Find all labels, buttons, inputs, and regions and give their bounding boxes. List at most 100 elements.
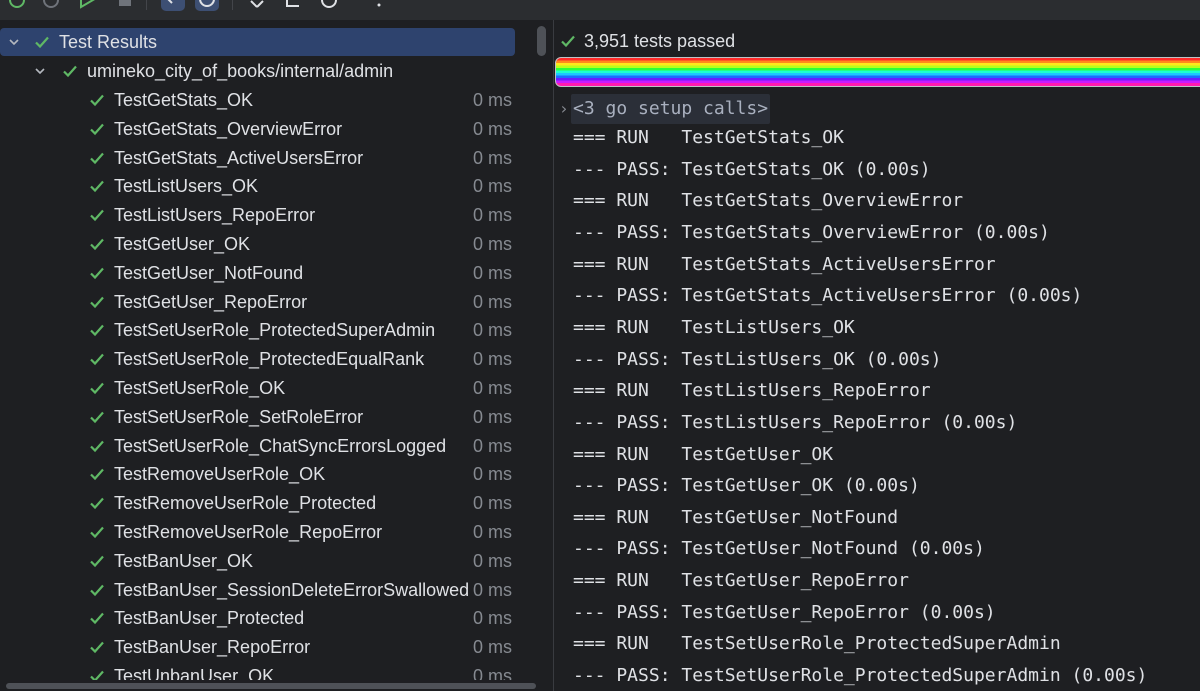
test-duration: 0 ms: [472, 518, 523, 546]
console-line: --- PASS: TestGetStats_ActiveUsersError …: [573, 285, 1083, 307]
test-row[interactable]: TestGetStats_ActiveUsersError 0 ms: [0, 143, 525, 172]
console-line: --- PASS: TestSetUserRole_ProtectedSuper…: [573, 665, 1148, 687]
test-name: TestRemoveUserRole_OK: [114, 464, 326, 485]
rerun-icon[interactable]: [8, 0, 26, 9]
console-line: === RUN TestGetUser_NotFound: [573, 506, 899, 528]
history-icon[interactable]: [320, 0, 338, 9]
test-row[interactable]: TestBanUser_Protected 0 ms: [0, 604, 525, 633]
test-duration: 0 ms: [472, 114, 523, 143]
tree-horizontal-scrollbar[interactable]: [6, 683, 536, 689]
chevron-down-icon[interactable]: [7, 28, 21, 56]
chevron-down-icon[interactable]: [33, 57, 47, 85]
show-passed-icon[interactable]: [160, 0, 186, 12]
test-row[interactable]: TestGetStats_OverviewError 0 ms: [0, 114, 525, 143]
test-name: TestGetStats_ActiveUsersError: [114, 147, 364, 168]
test-name: TestSetUserRole_SetRoleError: [114, 406, 364, 427]
test-duration: 0 ms: [472, 374, 523, 402]
console-panel: 3,951 tests passed › <3 go setup calls> …: [554, 20, 1200, 691]
test-name: TestGetStats_OK: [114, 90, 254, 110]
test-row[interactable]: TestSetUserRole_OK 0 ms: [0, 374, 525, 402]
test-status: 3,951 tests passed: [560, 28, 735, 54]
test-name: TestBanUser_SessionDeleteErrorSwallowed: [114, 579, 470, 600]
check-icon: [88, 489, 106, 517]
test-name: TestRemoveUserRole_RepoError: [114, 522, 383, 542]
test-name: TestGetUser_OK: [114, 234, 251, 254]
tree-root-row[interactable]: Test Results: [0, 28, 515, 56]
test-name: TestListUsers_OK: [114, 176, 259, 197]
test-row[interactable]: TestRemoveUserRole_Protected 0 ms: [0, 489, 525, 518]
check-icon: [88, 662, 106, 680]
test-row[interactable]: TestGetUser_OK 0 ms: [0, 230, 525, 258]
setup-calls-fold[interactable]: <3 go setup calls>: [571, 94, 771, 124]
console-line: --- PASS: TestListUsers_OK (0.00s): [573, 348, 942, 370]
test-name: TestGetUser_RepoError: [114, 291, 308, 312]
test-duration: 0 ms: [472, 258, 523, 287]
check-icon: [88, 518, 106, 546]
test-row[interactable]: TestSetUserRole_SetRoleError 0 ms: [0, 402, 525, 431]
check-icon: [88, 316, 106, 344]
console-line: === RUN TestListUsers_OK: [573, 316, 855, 338]
test-name: TestListUsers_RepoError: [114, 205, 316, 226]
collapse-icon[interactable]: [284, 0, 302, 9]
show-ignored-icon[interactable]: [194, 0, 220, 12]
check-icon: [33, 28, 51, 56]
test-row[interactable]: TestBanUser_OK 0 ms: [0, 546, 525, 575]
sort-icon[interactable]: [248, 0, 266, 9]
test-duration: 0 ms: [472, 662, 523, 680]
test-row[interactable]: TestRemoveUserRole_RepoError 0 ms: [0, 518, 525, 546]
test-duration: 0 ms: [472, 230, 523, 258]
check-icon: [88, 172, 106, 200]
toolbar-separator: [146, 0, 147, 10]
check-icon: [88, 547, 106, 575]
test-duration: 0 ms: [472, 172, 523, 201]
test-row[interactable]: TestListUsers_RepoError 0 ms: [0, 201, 525, 230]
check-icon: [88, 633, 106, 661]
test-duration: 0 ms: [472, 316, 523, 345]
check-icon: [88, 86, 106, 114]
test-duration: 0 ms: [472, 546, 523, 575]
test-row[interactable]: TestGetUser_RepoError 0 ms: [0, 287, 525, 316]
console-line: --- PASS: TestGetUser_OK (0.00s): [573, 475, 920, 497]
check-icon: [88, 576, 106, 604]
test-row[interactable]: TestRemoveUserRole_OK 0 ms: [0, 460, 525, 489]
test-name: TestSetUserRole_ProtectedSuperAdmin: [114, 320, 436, 341]
tree-package-label: umineko_city_of_books/internal/admin: [87, 61, 394, 81]
check-icon: [561, 35, 575, 48]
tree-vertical-scrollbar[interactable]: [537, 26, 546, 56]
test-duration: 0 ms: [472, 489, 523, 518]
test-progress-bar: [555, 57, 1200, 87]
tree-package-row[interactable]: umineko_city_of_books/internal/admin: [0, 57, 525, 85]
test-row[interactable]: TestSetUserRole_ProtectedSuperAdmin 0 ms: [0, 316, 525, 345]
check-icon: [88, 201, 106, 229]
chevron-right-icon[interactable]: ›: [559, 94, 569, 124]
check-icon: [88, 115, 106, 143]
check-icon: [88, 374, 106, 402]
check-icon: [88, 460, 106, 488]
test-duration: 0 ms: [472, 604, 523, 633]
check-icon: [88, 604, 106, 632]
check-icon: [88, 230, 106, 258]
test-duration: 0 ms: [472, 575, 523, 604]
toolbar-separator: [232, 0, 233, 10]
test-row[interactable]: TestGetUser_NotFound 0 ms: [0, 258, 525, 287]
console-line: --- PASS: TestListUsers_RepoError (0.00s…: [573, 411, 1018, 433]
tree-root-label: Test Results: [59, 32, 158, 52]
check-icon: [61, 57, 79, 85]
test-row[interactable]: TestUnbanUser_OK 0 ms: [0, 662, 525, 680]
stop-icon[interactable]: [116, 0, 134, 9]
test-row[interactable]: TestSetUserRole_ProtectedEqualRank 0 ms: [0, 345, 525, 374]
console-line: === RUN TestGetStats_OverviewError: [573, 190, 964, 212]
rerun-failed-icon[interactable]: [42, 0, 60, 9]
test-duration: 0 ms: [472, 143, 523, 172]
test-row[interactable]: TestGetStats_OK 0 ms: [0, 86, 525, 114]
test-name: TestBanUser_Protected: [114, 608, 305, 629]
run-icon[interactable]: [78, 0, 96, 9]
more-options-icon[interactable]: [370, 0, 388, 9]
console-line: === RUN TestGetUser_RepoError: [573, 570, 909, 592]
test-row[interactable]: TestListUsers_OK 0 ms: [0, 172, 525, 201]
check-icon: [88, 288, 106, 316]
test-row[interactable]: TestBanUser_SessionDeleteErrorSwallowed 0…: [0, 575, 525, 604]
test-duration: 0 ms: [472, 633, 523, 662]
test-row[interactable]: TestBanUser_RepoError 0 ms: [0, 633, 525, 662]
test-row[interactable]: TestSetUserRole_ChatSyncErrorsLogged 0 ms: [0, 431, 525, 460]
